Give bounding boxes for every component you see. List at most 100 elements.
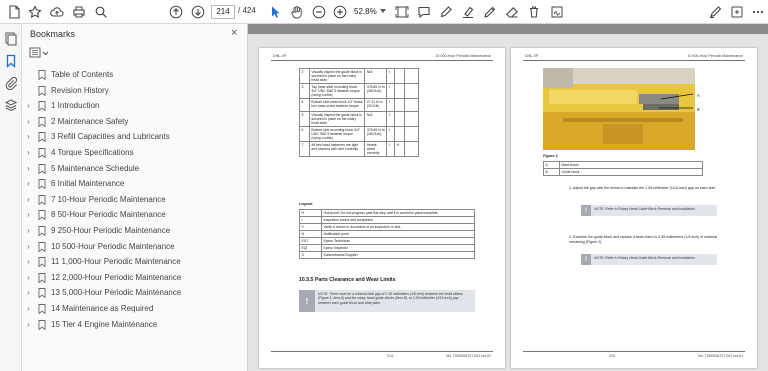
attachment-icon[interactable] <box>4 76 18 91</box>
bookmark-item[interactable]: › 10 500-Hour Periodic Maintenance <box>22 240 248 255</box>
table-cell: Visually inspect the guide block is secu… <box>308 111 366 127</box>
callout-a: A <box>697 93 700 98</box>
bookmark-item[interactable]: › 14 Maintenance as Required <box>22 302 248 317</box>
table-cell: Mast shoes <box>559 161 703 169</box>
share-icon[interactable] <box>707 4 723 20</box>
bookmark-item[interactable]: Table of Contents <box>22 68 248 83</box>
chevron-right-icon[interactable]: › <box>27 242 30 251</box>
chevron-right-icon[interactable]: › <box>27 320 30 329</box>
comment-icon[interactable] <box>416 4 432 20</box>
chevron-right-icon[interactable]: › <box>27 132 30 141</box>
page-down-icon[interactable] <box>190 4 206 20</box>
table-cell: A <box>543 161 560 169</box>
hand-icon[interactable] <box>289 4 305 20</box>
close-icon[interactable]: × <box>231 27 237 39</box>
bookmark-label: 15 Tier 4 Engine Maintenance <box>51 319 158 329</box>
fit-page-icon[interactable] <box>394 4 410 20</box>
bookmark-star-icon[interactable] <box>27 4 43 20</box>
cloud-upload-icon[interactable] <box>49 4 65 20</box>
chevron-right-icon[interactable]: › <box>27 148 30 157</box>
pages-thumbnails-icon[interactable] <box>4 32 18 46</box>
pointer-icon[interactable] <box>268 4 284 20</box>
bookmark-options-button[interactable] <box>29 46 51 60</box>
bookmark-icon <box>38 257 46 268</box>
layers-icon[interactable] <box>4 98 18 112</box>
document-view[interactable]: DrilL-XP 10 500-Hour Periodic Maintenanc… <box>248 24 768 371</box>
bookmark-item[interactable]: › 11 1,000-Hour Periodic Maintenance <box>22 255 248 270</box>
bookmark-item[interactable]: › 9 250-Hour Periodic Maintenance <box>22 224 248 239</box>
print-icon[interactable] <box>71 4 87 20</box>
table-cell <box>404 68 419 84</box>
page-up-icon[interactable] <box>168 4 184 20</box>
bookmark-item[interactable]: › 6 Initial Maintenance <box>22 177 248 192</box>
chevron-right-icon[interactable]: › <box>27 273 30 282</box>
chevron-right-icon[interactable]: › <box>27 210 30 219</box>
bookmark-item[interactable]: Revision History <box>22 84 248 99</box>
table-cell: I <box>299 216 322 224</box>
more-icon[interactable] <box>750 4 766 20</box>
table-cell: Inspection and/or test completed. <box>321 216 475 224</box>
chevron-right-icon[interactable]: › <box>27 117 30 126</box>
share-icon[interactable] <box>729 4 745 20</box>
callout-b: B <box>697 107 700 112</box>
erase-icon[interactable] <box>504 4 520 20</box>
draw-icon[interactable] <box>482 4 498 20</box>
machine-photo-image <box>543 68 695 150</box>
highlight-icon[interactable] <box>460 4 476 20</box>
pen-icon[interactable] <box>438 4 454 20</box>
bookmark-icon <box>38 241 46 253</box>
page-number-input[interactable]: 214 <box>211 5 235 19</box>
page-total-label: / 424 <box>238 6 256 15</box>
bookmark-item[interactable]: › 2 Maintenance Safety <box>22 115 248 130</box>
new-document-icon[interactable] <box>6 4 22 20</box>
chevron-right-icon[interactable]: › <box>27 304 30 313</box>
bookmark-item[interactable]: › 13 5,000-Hour Periodic Maintenance <box>22 286 248 301</box>
bookmark-item[interactable]: › 8 50-Hour Periodic Maintenance <box>22 208 248 223</box>
bookmark-label: 6 Initial Maintenance <box>51 179 125 189</box>
bookmark-item[interactable]: › 4 Torque Specifications <box>22 146 248 161</box>
bookmark-item[interactable]: › 7 10-Hour Periodic Maintenance <box>22 193 248 208</box>
search-icon[interactable] <box>93 4 109 20</box>
table-cell: All hex head fasteners are tight and sec… <box>308 141 366 157</box>
table-cell: Tap head slide mounting block 3/4" UNC S… <box>308 83 366 99</box>
figure-caption: Figure 1 <box>543 154 558 158</box>
bookmark-item[interactable]: › 15 Tier 4 Engine Maintenance <box>22 318 248 333</box>
stamp-icon[interactable] <box>526 4 542 20</box>
bookmark-label: 14 Maintenance as Required <box>51 304 154 313</box>
table-cell <box>404 83 419 99</box>
info-icon: ! <box>299 290 315 312</box>
table-cell: I <box>386 68 396 84</box>
chevron-right-icon[interactable]: › <box>27 101 30 110</box>
chevron-right-icon[interactable]: › <box>27 288 30 297</box>
table-cell: V <box>299 223 322 231</box>
bookmark-item[interactable]: › 5 Maintenance Schedule <box>22 162 248 177</box>
chevron-right-icon[interactable]: › <box>27 257 30 266</box>
footer-rule <box>523 351 745 352</box>
table-cell: 6 <box>299 126 310 142</box>
chevron-right-icon[interactable]: › <box>27 226 30 235</box>
chevron-right-icon[interactable]: › <box>27 195 30 204</box>
chevron-right-icon[interactable]: › <box>27 179 30 188</box>
table-cell: Visually inspect the guide block is secu… <box>308 68 366 84</box>
table-row: B Guide block <box>543 168 703 176</box>
legend-table: H Hold point: Do not progress past this s… <box>299 209 475 259</box>
bookmark-icon <box>38 116 46 128</box>
page-header-left: DrilL-XP <box>273 54 287 58</box>
signature-icon[interactable] <box>549 4 565 20</box>
bookmark-item[interactable]: › 12 2,000-Hour Periodic Maintenance <box>22 271 248 286</box>
zoom-out-icon[interactable] <box>311 4 327 20</box>
table-row: 2 Visually inspect the guide block is sec… <box>299 68 419 84</box>
zoom-in-icon[interactable] <box>332 4 348 20</box>
chevron-right-icon[interactable]: › <box>27 164 30 173</box>
table-cell: I <box>386 83 396 99</box>
table-cell: 27.11 N·m (20 ft-lb) <box>364 98 388 112</box>
table-cell <box>394 68 406 84</box>
bookmark-icon <box>38 132 46 143</box>
table-row: EQI Epiroc Inspector <box>299 244 475 252</box>
bookmark-item[interactable]: › 1 Introduction <box>22 99 248 114</box>
bookmark-label: 1 Introduction <box>51 101 100 111</box>
bookmark-icon[interactable] <box>4 54 18 68</box>
chevron-down-icon[interactable] <box>380 9 386 13</box>
section-title: 10.5.5 Parts Clearance and Wear Limits <box>299 277 396 283</box>
bookmark-item[interactable]: › 3 Refill Capacities and Lubricants <box>22 130 248 145</box>
